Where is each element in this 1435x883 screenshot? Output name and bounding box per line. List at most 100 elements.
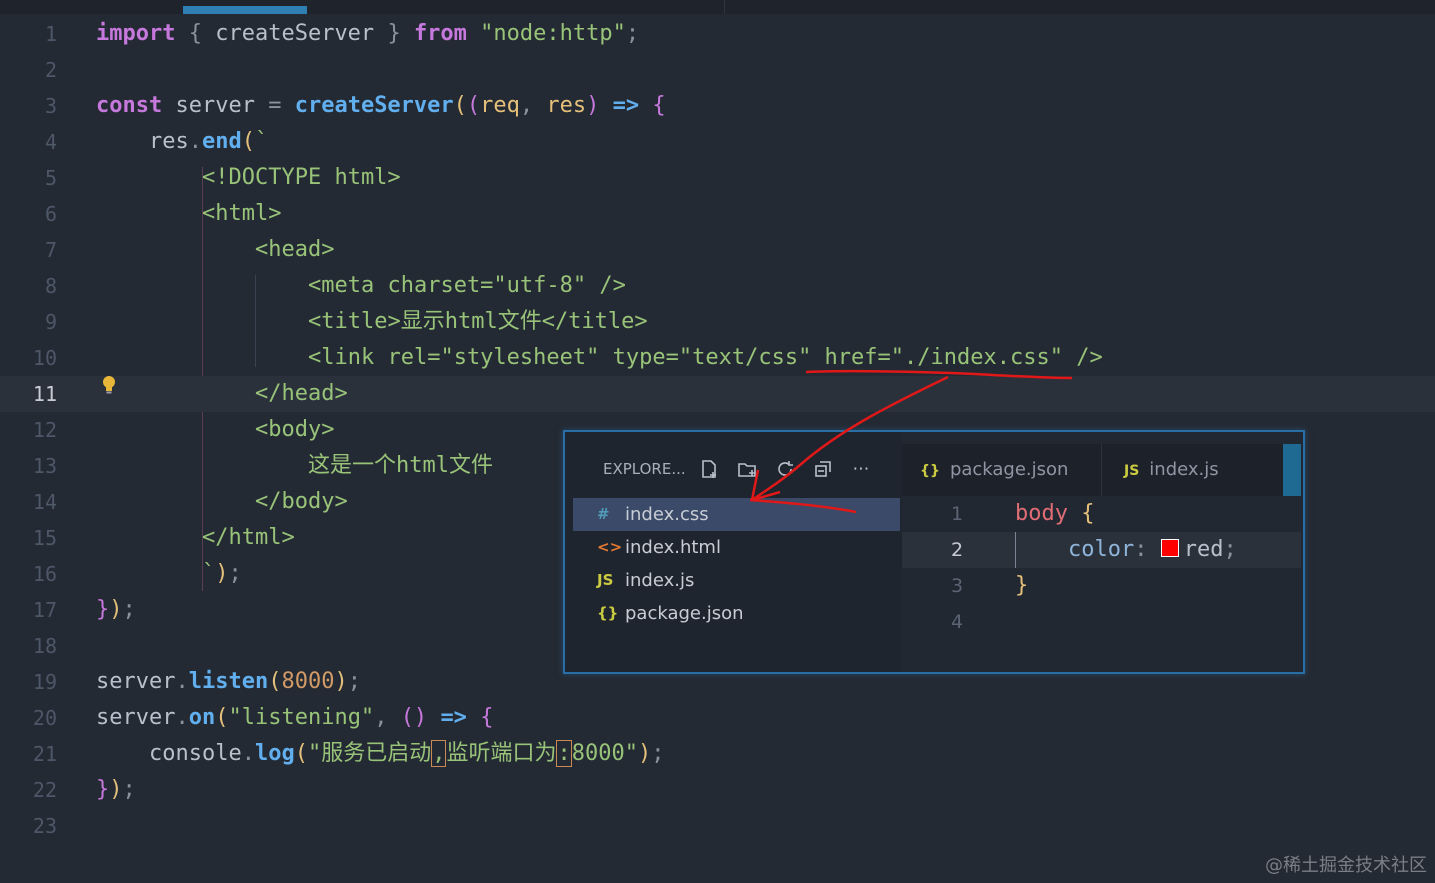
line-number: 5 xyxy=(44,166,57,190)
code-line[interactable]: 20 server.on("listening", () => { xyxy=(0,700,1435,736)
code-line[interactable]: 22 }); xyxy=(0,772,1435,808)
code-line[interactable]: 4 res.end(` xyxy=(0,124,1435,160)
file-item-index-js[interactable]: JS index.js xyxy=(573,564,900,597)
line-number: 6 xyxy=(44,202,57,226)
code-line-current[interactable]: 11 </head> xyxy=(0,376,1435,412)
line-number: 1 xyxy=(44,22,57,46)
line-number: 11 xyxy=(32,382,57,406)
code-text: </head> xyxy=(255,381,348,406)
code-line[interactable]: 4 xyxy=(902,604,1301,640)
tab-divider xyxy=(1101,444,1102,496)
file-item-package-json[interactable]: {} package.json xyxy=(573,597,900,630)
tab-index-js[interactable]: JS index.js xyxy=(1124,444,1219,496)
line-number: 2 xyxy=(950,539,964,561)
code-text: console.log("服务已启动,监听端口为:8000"); xyxy=(149,740,665,767)
css-file-icon: # xyxy=(597,505,610,523)
line-number: 4 xyxy=(44,130,57,154)
code-line[interactable]: 1 body { xyxy=(902,496,1301,532)
code-line[interactable]: 23 xyxy=(0,808,1435,844)
explorer-toolbar: ⋯ xyxy=(697,458,873,486)
code-text: <meta charset="utf-8" /> xyxy=(308,273,626,298)
line-number: 21 xyxy=(32,742,57,766)
json-file-icon: {} xyxy=(597,604,619,622)
code-text: const server = createServer((req, res) =… xyxy=(96,93,666,118)
code-text: import { createServer } from "node:http"… xyxy=(96,21,640,46)
indent-guide xyxy=(1015,532,1016,568)
line-number: 7 xyxy=(44,238,57,262)
line-number: 15 xyxy=(32,526,57,550)
code-text: <link rel="stylesheet" type="text/css" h… xyxy=(308,345,1103,370)
line-number: 9 xyxy=(44,310,57,334)
tab-package-json[interactable]: {} package.json xyxy=(920,444,1068,496)
tab-label: index.js xyxy=(1149,459,1219,480)
line-number: 10 xyxy=(32,346,57,370)
file-item-index-html[interactable]: <> index.html xyxy=(573,531,900,564)
line-number: 23 xyxy=(32,814,57,838)
html-file-icon: <> xyxy=(597,538,623,556)
line-number: 2 xyxy=(44,58,57,82)
js-file-icon: JS xyxy=(597,571,614,589)
code-text: color: red; xyxy=(1068,537,1237,562)
code-line[interactable]: 10 <link rel="stylesheet" type="text/css… xyxy=(0,340,1435,376)
code-text: server.on("listening", () => { xyxy=(96,705,494,730)
js-file-icon: JS xyxy=(1124,463,1140,479)
collapse-all-icon[interactable] xyxy=(811,458,835,486)
line-number: 14 xyxy=(32,490,57,514)
code-text: <head> xyxy=(255,237,335,262)
code-text: server.listen(8000); xyxy=(96,669,361,694)
explorer-title: EXPLORE... xyxy=(603,460,686,478)
json-file-icon: {} xyxy=(920,463,940,479)
code-line[interactable]: 3 const server = createServer((req, res)… xyxy=(0,88,1435,124)
code-text: } xyxy=(1015,573,1029,598)
code-line[interactable]: 2 xyxy=(0,52,1435,88)
explorer-panel: EXPLORE... ⋯ # index.css <> index.html J… xyxy=(565,432,902,672)
line-number: 3 xyxy=(950,575,964,597)
line-number: 19 xyxy=(32,670,57,694)
code-text: <body> xyxy=(255,417,335,442)
code-line[interactable]: 21 console.log("服务已启动,监听端口为:8000"); xyxy=(0,736,1435,772)
code-line-current[interactable]: 2 color: red; xyxy=(902,532,1301,568)
line-number: 18 xyxy=(32,634,57,658)
line-number: 1 xyxy=(950,503,964,525)
code-line[interactable]: 3 } xyxy=(902,568,1301,604)
code-text: body { xyxy=(1015,501,1095,526)
code-text: <title>显示html文件</title> xyxy=(308,309,648,334)
file-name: index.js xyxy=(625,570,695,591)
css-editor[interactable]: 1 body { 2 color: red; 3 } 4 xyxy=(902,496,1301,672)
line-number: 17 xyxy=(32,598,57,622)
editor-tabs: {} package.json JS index.js xyxy=(902,444,1301,496)
code-text: <html> xyxy=(202,201,282,226)
tab-label: package.json xyxy=(949,459,1069,480)
line-number: 3 xyxy=(44,94,57,118)
watermark: @稀土掘金技术社区 xyxy=(1265,855,1427,876)
code-line[interactable]: 6 <html> xyxy=(0,196,1435,232)
code-text: <!DOCTYPE html> xyxy=(202,165,401,190)
code-text: res.end(` xyxy=(149,129,269,154)
new-file-icon[interactable] xyxy=(697,458,721,486)
color-swatch[interactable] xyxy=(1160,539,1179,557)
code-line[interactable]: 1 import { createServer } from "node:htt… xyxy=(0,16,1435,52)
explorer-screenshot-inset: EXPLORE... ⋯ # index.css <> index.html J… xyxy=(563,430,1305,674)
more-actions-icon[interactable]: ⋯ xyxy=(849,458,873,486)
code-text: </body> xyxy=(255,489,348,514)
code-line[interactable]: 5 <!DOCTYPE html> xyxy=(0,160,1435,196)
lightbulb-icon[interactable] xyxy=(101,375,117,395)
code-text: }); xyxy=(96,597,136,622)
tab-scrollbar[interactable] xyxy=(1283,444,1301,496)
code-line[interactable]: 9 <title>显示html文件</title> xyxy=(0,304,1435,340)
active-tab-indicator[interactable] xyxy=(183,6,307,14)
refresh-icon[interactable] xyxy=(773,458,797,486)
code-line[interactable]: 8 <meta charset="utf-8" /> xyxy=(0,268,1435,304)
line-number: 22 xyxy=(32,778,57,802)
editor-tab-bar xyxy=(0,0,1435,14)
file-name: package.json xyxy=(625,603,744,624)
new-folder-icon[interactable] xyxy=(735,458,759,486)
file-name: index.css xyxy=(625,504,709,525)
file-name: index.html xyxy=(625,537,721,558)
tab-divider xyxy=(724,0,725,14)
code-text: `); xyxy=(202,561,242,586)
code-line[interactable]: 7 <head> xyxy=(0,232,1435,268)
file-item-index-css[interactable]: # index.css xyxy=(573,498,900,531)
line-number: 16 xyxy=(32,562,57,586)
line-number: 4 xyxy=(950,611,964,633)
